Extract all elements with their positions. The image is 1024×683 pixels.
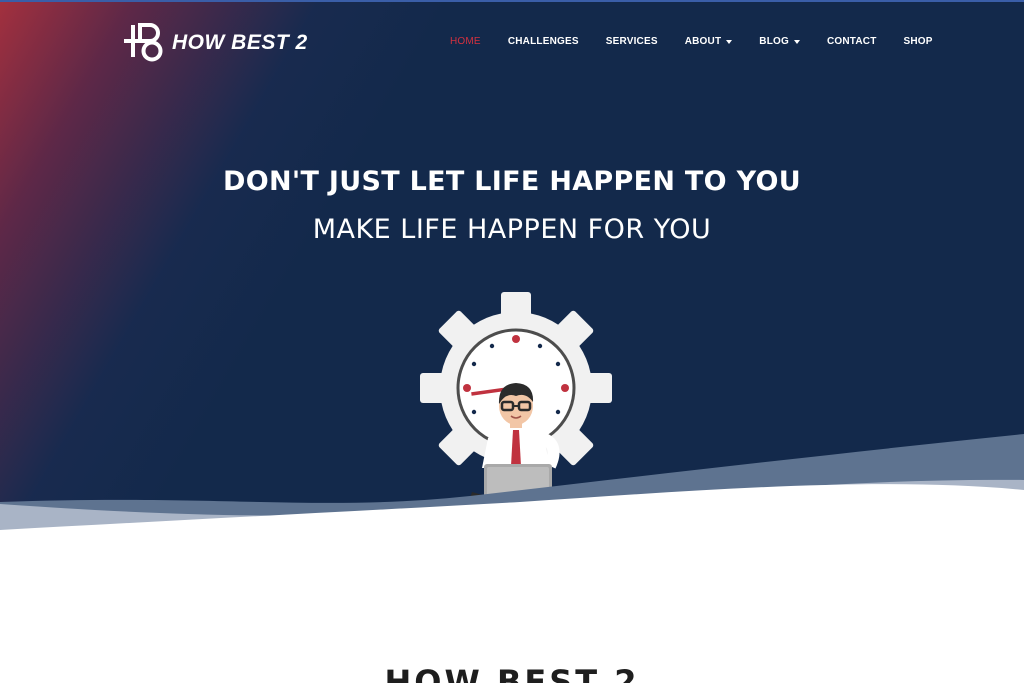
nav-label: BLOG <box>759 36 789 47</box>
section-title: HOW BEST 2 <box>384 663 640 683</box>
nav-label: HOME <box>450 36 481 47</box>
nav-item-services[interactable]: SERVICES <box>606 36 658 47</box>
nav-label: SHOP <box>903 36 933 47</box>
nav-item-home[interactable]: HOME <box>450 36 481 47</box>
main-nav: HOME CHALLENGES SERVICES ABOUT BLOG CONT… <box>450 36 933 47</box>
chevron-down-icon <box>726 39 733 44</box>
nav-item-blog[interactable]: BLOG <box>759 36 800 47</box>
hero-headline: DON'T JUST LET LIFE HAPPEN TO YOU <box>223 166 801 197</box>
nav-item-challenges[interactable]: CHALLENGES <box>508 36 579 47</box>
brand-name: HOW BEST 2 <box>172 31 308 54</box>
nav-item-about[interactable]: ABOUT <box>685 36 733 47</box>
nav-label: CONTACT <box>826 36 877 47</box>
site-logo[interactable]: HOW BEST 2 <box>122 22 308 64</box>
nav-item-shop[interactable]: SHOP <box>904 36 933 47</box>
hero-subheadline: MAKE LIFE HAPPEN FOR YOU <box>312 214 712 245</box>
chevron-down-icon <box>793 39 800 44</box>
nav-label: ABOUT <box>684 36 722 47</box>
hero-bottom-wave <box>0 434 1024 540</box>
nav-label: SERVICES <box>605 36 658 47</box>
top-accent-line <box>0 0 1024 2</box>
nav-label: CHALLENGES <box>507 36 579 47</box>
hb-monogram-icon <box>124 23 163 62</box>
nav-item-contact[interactable]: CONTACT <box>827 36 877 47</box>
